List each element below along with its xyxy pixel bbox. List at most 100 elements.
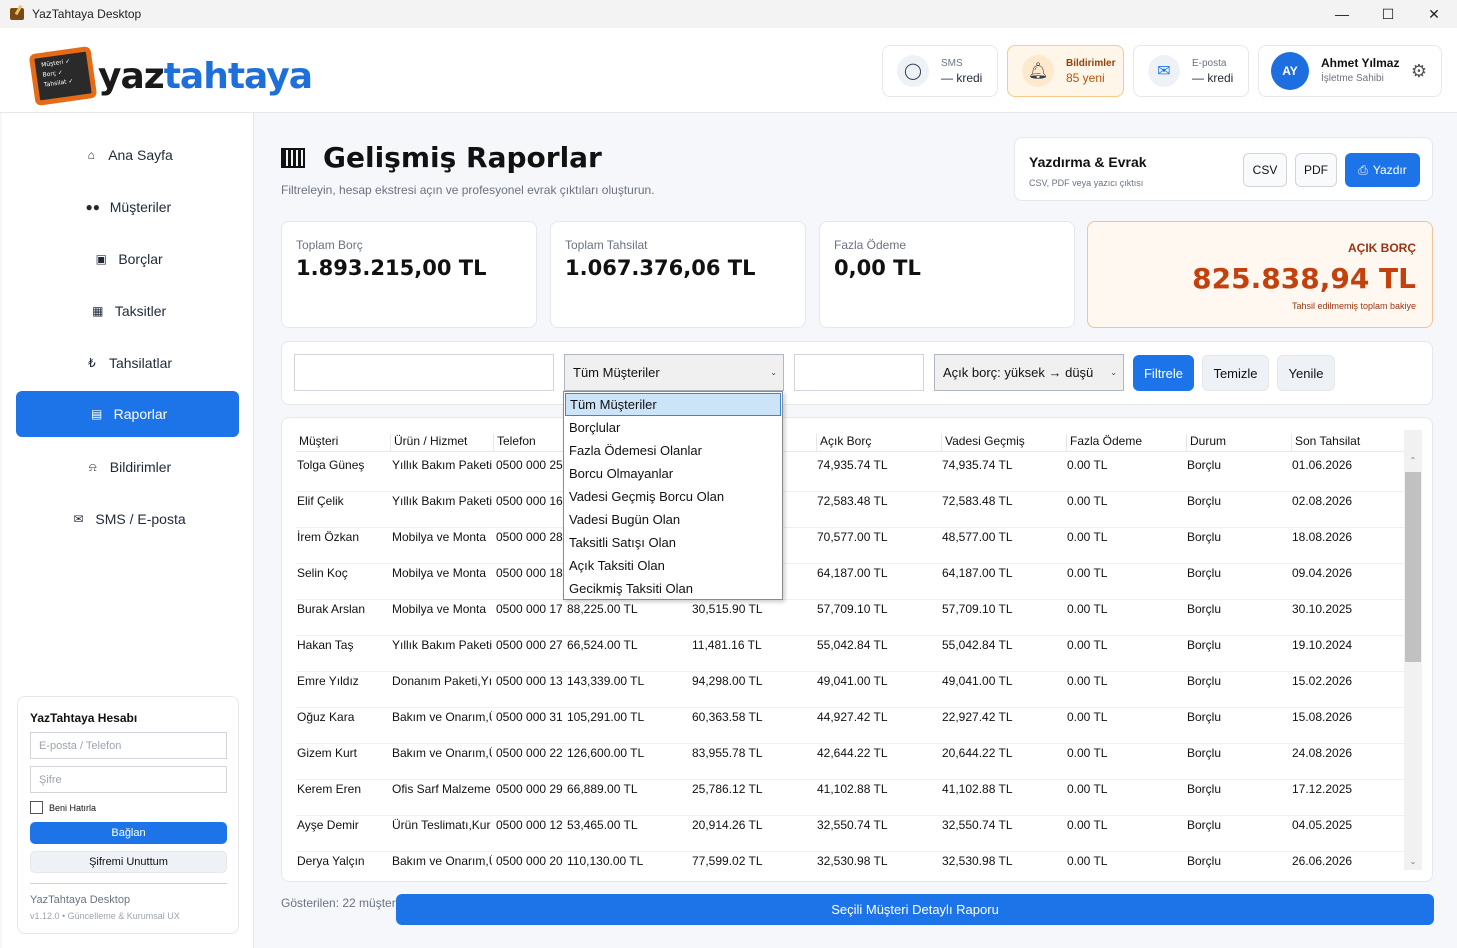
notifications-card[interactable]: 🔔︎ Bildirimler 85 yeni (1007, 45, 1124, 97)
checkbox-box[interactable] (30, 801, 43, 814)
avatar: AY (1271, 52, 1309, 90)
table-row[interactable]: Emre Yıldız Donanım Paketi,Yı 0500 000 13 1… (296, 672, 1404, 708)
customer-filter-select[interactable]: Tüm Müşteriler ⌄ (564, 354, 784, 391)
scroll-down-icon[interactable]: ⌄ (1404, 857, 1422, 866)
table-cell: 105,291.00 TL (567, 710, 645, 724)
table-row[interactable]: Tolga Güneş Yıllık Bakım Paketi, 0500 000 … (296, 456, 1404, 492)
table-cell: 42,644.22 TL (817, 746, 888, 760)
table-row[interactable]: Elif Çelik Yıllık Bakım Paketi, 0500 000 1… (296, 492, 1404, 528)
csv-button[interactable]: CSV (1243, 153, 1287, 187)
table-row[interactable]: Hakan Taş Yıllık Bakım Paketi, 0500 000 27… (296, 636, 1404, 672)
sidebar-item-customers[interactable]: ●● Müşteriler (16, 184, 239, 230)
sidebar-item-notifications[interactable]: ⍾ Bildirimler (16, 444, 239, 490)
table-row[interactable]: Oğuz Kara Bakım ve Onarım,Ü 0500 000 31 105… (296, 708, 1404, 744)
user-card[interactable]: AY Ahmet Yılmaz İşletme Sahibi ⚙ (1258, 45, 1442, 97)
dropdown-option[interactable]: Gecikmiş Taksiti Olan (565, 577, 781, 600)
table-cell: Borçlu (1187, 782, 1222, 796)
table-cell: 55,042.84 TL (942, 638, 1013, 652)
refresh-button[interactable]: Yenile (1277, 355, 1335, 391)
table-cell: 01.06.2026 (1292, 458, 1353, 472)
table-row[interactable]: Selin Koç Mobilya ve Monta 0500 000 18 64,1… (296, 564, 1404, 600)
table-row[interactable]: İrem Özkan Mobilya ve Monta 0500 000 28 70,… (296, 528, 1404, 564)
table-cell: 0500 000 27 (496, 638, 563, 652)
sidebar-item-collections[interactable]: ₺ Tahsilatlar (16, 340, 239, 386)
dropdown-option[interactable]: Fazla Ödemesi Olanlar (565, 439, 781, 462)
customer-detail-report-button[interactable]: Seçili Müşteri Detaylı Raporu (396, 894, 1434, 925)
mail-icon: ✉ (73, 512, 84, 526)
table-cell: 64,187.00 TL (942, 566, 1013, 580)
date-input[interactable] (794, 354, 924, 391)
sms-credit-card[interactable]: ◯ SMS — kredi (882, 45, 998, 97)
column-header[interactable]: Açık Borç (816, 434, 871, 452)
email-value: — kredi (1192, 71, 1234, 85)
table-row[interactable]: Gizem Kurt Bakım ve Onarım,Ü 0500 000 22 12… (296, 744, 1404, 780)
dropdown-option[interactable]: Vadesi Bugün Olan (565, 508, 781, 531)
table-cell: Emre Yıldız (297, 674, 359, 688)
table-cell: 02.08.2026 (1292, 494, 1353, 508)
filter-button[interactable]: Filtrele (1133, 355, 1194, 391)
dropdown-option[interactable]: Tüm Müşteriler (565, 393, 781, 416)
column-header[interactable]: Vadesi Geçmiş (941, 434, 1025, 452)
email-phone-input[interactable]: E-posta / Telefon (30, 732, 227, 759)
print-card: Yazdırma & Evrak CSV, PDF veya yazıcı çı… (1014, 137, 1433, 201)
scroll-up-icon[interactable]: ⌃ (1404, 456, 1422, 465)
forgot-password-button[interactable]: Şifremi Unuttum (30, 851, 227, 873)
print-button[interactable]: ⎙ Yazdır (1345, 153, 1420, 187)
scroll-thumb[interactable] (1405, 472, 1421, 662)
dropdown-option[interactable]: Açık Taksiti Olan (565, 554, 781, 577)
table-cell: 20,914.26 TL (692, 818, 763, 832)
debt-icon: ▣ (95, 252, 107, 266)
clear-button[interactable]: Temizle (1202, 355, 1269, 391)
remember-me-checkbox[interactable]: Beni Hatırla (30, 801, 96, 814)
table-row[interactable]: Derya Yalçın Bakım ve Onarım,Ü 0500 000 20… (296, 852, 1404, 881)
table-cell: 0.00 TL (1067, 782, 1108, 796)
grid-icon: ▦ (92, 304, 104, 318)
table-cell: 126,600.00 TL (567, 746, 645, 760)
column-header[interactable]: Müşteri (296, 434, 338, 452)
column-header[interactable]: Son Tahsilat (1291, 434, 1360, 452)
account-panel: YazTahtaya Hesabı E-posta / Telefon Şifr… (17, 696, 239, 934)
table-row[interactable]: Ayşe Demir Ürün Teslimatı,Kur 0500 000 12 5… (296, 816, 1404, 852)
sidebar-item-sms-email[interactable]: ✉ SMS / E-posta (16, 496, 239, 542)
sort-select[interactable]: Açık borç: yüksek → düşü ⌄ (934, 354, 1124, 391)
column-header[interactable]: Durum (1186, 434, 1226, 452)
column-header[interactable]: Ürün / Hizmet (390, 434, 467, 452)
sidebar-item-debts[interactable]: ▣ Borçlar (16, 236, 239, 282)
sidebar-item-reports[interactable]: ▤ Raporlar (16, 391, 239, 437)
window-titlebar: YazTahtaya Desktop — ☐ ✕ (0, 0, 1457, 28)
maximize-button[interactable]: ☐ (1365, 0, 1411, 28)
password-input[interactable]: Şifre (30, 766, 227, 793)
table-cell: 0500 000 16 (496, 494, 563, 508)
dropdown-option[interactable]: Borçlular (565, 416, 781, 439)
dropdown-option[interactable]: Vadesi Geçmiş Borcu Olan (565, 485, 781, 508)
email-credit-card[interactable]: ✉ E-posta — kredi (1133, 45, 1249, 97)
connect-button[interactable]: Bağlan (30, 822, 227, 844)
sidebar-item-installments[interactable]: ▦ Taksitler (16, 288, 239, 334)
dropdown-option[interactable]: Borcu Olmayanlar (565, 462, 781, 485)
close-button[interactable]: ✕ (1411, 0, 1457, 28)
table-cell: Kerem Eren (297, 782, 362, 796)
stat-overpaid: Fazla Ödeme 0,00 TL (819, 221, 1075, 328)
table-scrollbar[interactable]: ⌃ ⌄ (1404, 430, 1422, 870)
table-cell: 0.00 TL (1067, 674, 1108, 688)
table-cell: 30,515.90 TL (692, 602, 763, 616)
dropdown-option[interactable]: Taksitli Satışı Olan (565, 531, 781, 554)
stat-open-debt: AÇIK BORÇ 825.838,94 TL Tahsil edilmemiş… (1087, 221, 1433, 328)
table-cell: Elif Çelik (297, 494, 344, 508)
print-title: Yazdırma & Evrak (1029, 154, 1147, 170)
sidebar-item-home[interactable]: ⌂ Ana Sayfa (16, 132, 239, 178)
table-cell: Ofis Sarf Malzeme (392, 782, 491, 796)
table-cell: 0500 000 20 (496, 854, 563, 868)
search-input[interactable] (294, 354, 554, 391)
table-cell: 20,644.22 TL (942, 746, 1013, 760)
table-row[interactable]: Kerem Eren Ofis Sarf Malzeme 0500 000 29 66… (296, 780, 1404, 816)
table-cell: 0500 000 13 (496, 674, 563, 688)
gear-icon[interactable]: ⚙ (1411, 61, 1427, 82)
column-header[interactable]: Telefon (493, 434, 536, 452)
pdf-button[interactable]: PDF (1295, 153, 1337, 187)
minimize-button[interactable]: — (1319, 0, 1365, 28)
table-cell: 32,550.74 TL (817, 818, 888, 832)
table-row[interactable]: Burak Arslan Mobilya ve Monta 0500 000 17 8… (296, 600, 1404, 636)
table-cell: 74,935.74 TL (942, 458, 1013, 472)
column-header[interactable]: Fazla Ödeme (1066, 434, 1142, 452)
